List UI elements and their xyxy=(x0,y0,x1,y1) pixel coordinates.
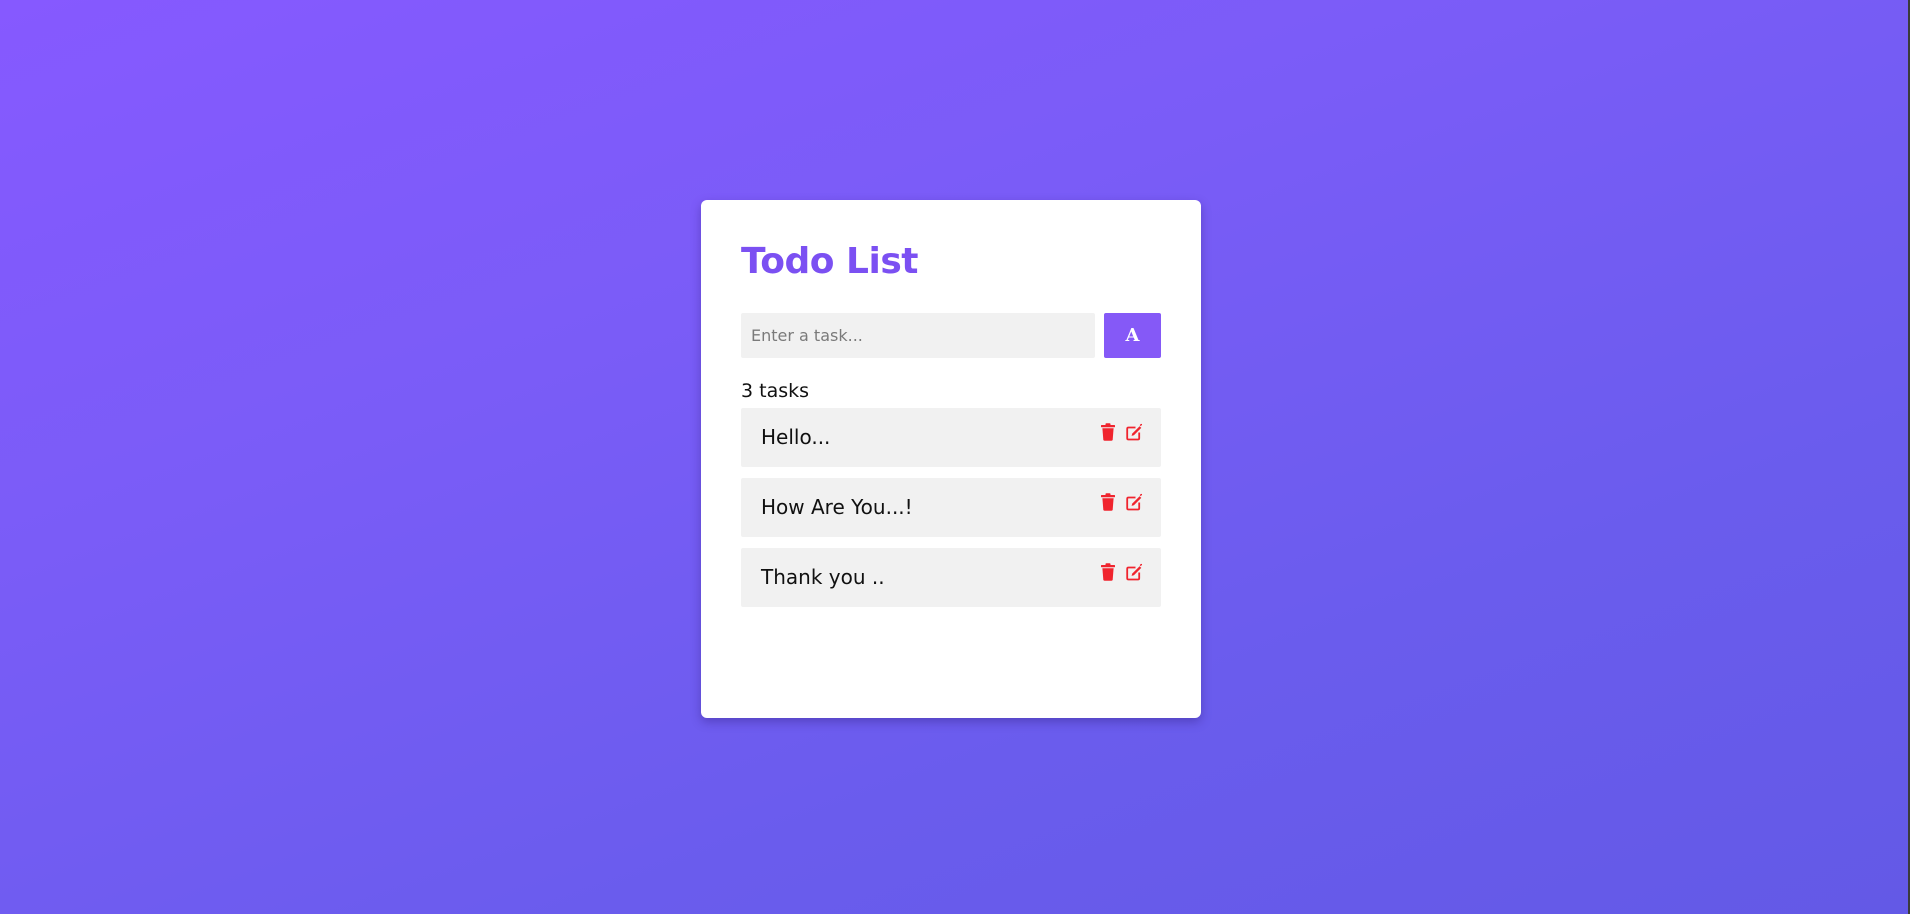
page-title: Todo List xyxy=(741,241,918,282)
task-item: How Are You...! xyxy=(741,478,1161,537)
edit-icon[interactable] xyxy=(1126,563,1142,581)
trash-icon[interactable] xyxy=(1100,493,1116,511)
task-text: How Are You...! xyxy=(761,495,913,519)
task-text: Hello... xyxy=(761,425,831,449)
task-actions xyxy=(1100,423,1142,441)
task-list: Hello... How Are You...! Thank you .. xyxy=(741,408,1161,618)
task-count: 3 tasks xyxy=(741,380,810,402)
trash-icon[interactable] xyxy=(1100,563,1116,581)
edit-icon[interactable] xyxy=(1126,493,1142,511)
task-input-row: A xyxy=(741,313,1161,358)
task-text: Thank you .. xyxy=(761,565,885,589)
edit-icon[interactable] xyxy=(1126,423,1142,441)
task-actions xyxy=(1100,563,1142,581)
todo-card: Todo List A 3 tasks Hello... How Are You… xyxy=(701,200,1201,718)
task-input[interactable] xyxy=(741,313,1095,358)
add-task-button[interactable]: A xyxy=(1104,313,1161,358)
task-item: Thank you .. xyxy=(741,548,1161,607)
trash-icon[interactable] xyxy=(1100,423,1116,441)
task-actions xyxy=(1100,493,1142,511)
task-item: Hello... xyxy=(741,408,1161,467)
